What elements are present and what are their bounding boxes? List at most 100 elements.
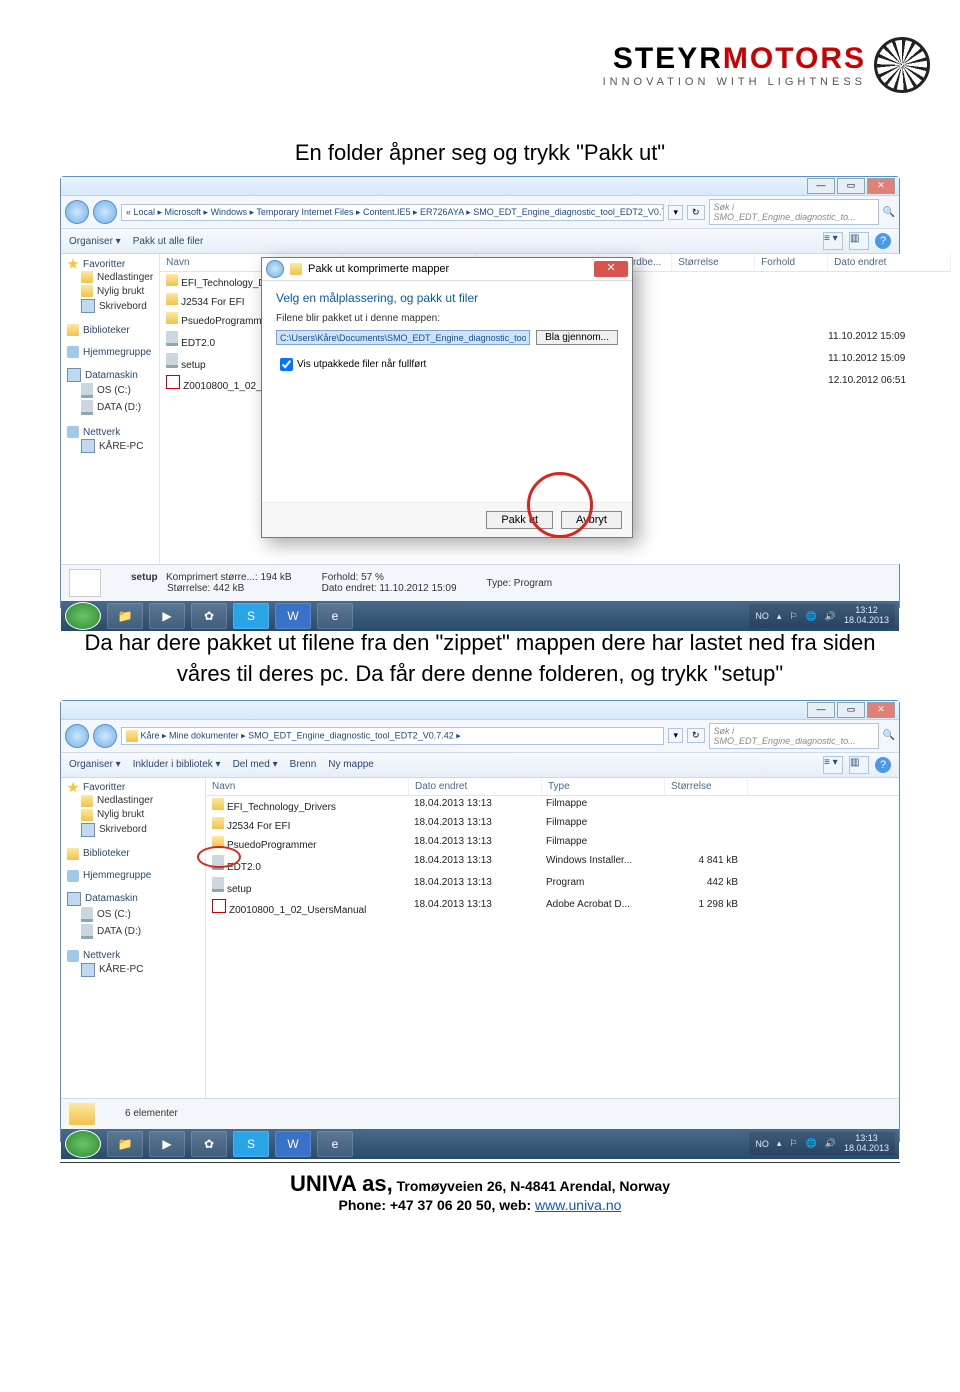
view-button[interactable]: ≡ ▾ [823,232,843,250]
taskbar-network-icon[interactable]: 🌐 [806,611,817,622]
file-row[interactable]: J2534 For EFI18.04.2013 13:13Filmappe [206,815,899,834]
view-button[interactable]: ≡ ▾ [823,756,843,774]
toolbar-burn[interactable]: Brenn [290,759,317,770]
taskbar-skype-icon[interactable]: S [233,1131,269,1157]
sidebar-nettverk[interactable]: Nettverk [83,427,120,438]
dialog-close-button[interactable]: ✕ [594,261,628,277]
file-row[interactable]: Z0010800_1_02_UsersManual18.04.2013 13:1… [206,897,899,918]
sidebar-datamaskin[interactable]: Datamaskin [85,370,138,381]
maximize-button[interactable]: ▭ [837,178,865,194]
col-size[interactable]: Størrelse [672,254,755,271]
taskbar-clock[interactable]: 13:1218.04.2013 [844,606,889,626]
sidebar-hjemmegruppe[interactable]: Hjemmegruppe [83,347,151,358]
search-input[interactable]: Søk i SMO_EDT_Engine_diagnostic_to... [709,199,879,225]
sidebar-nedlastinger[interactable]: Nedlastinger [67,794,199,808]
toolbar-organiser[interactable]: Organiser ▾ [69,236,121,247]
breadcrumb[interactable]: Kåre ▸ Mine dokumenter ▸ SMO_EDT_Engine_… [121,727,664,745]
file-row[interactable]: setup18.04.2013 13:13Program442 kB [206,875,899,897]
sidebar-nylig[interactable]: Nylig brukt [67,284,153,298]
minimize-button[interactable]: — [807,178,835,194]
breadcrumb-dropdown[interactable]: ▾ [668,728,683,743]
breadcrumb-dropdown[interactable]: ▾ [668,205,683,220]
nav-back-button[interactable] [65,200,89,224]
refresh-button[interactable]: ↻ [687,728,705,743]
col-date[interactable]: Dato endret [409,778,542,795]
toolbar-extract-all[interactable]: Pakk ut alle filer [133,236,204,247]
col-date[interactable]: Dato endret [828,254,951,271]
file-row[interactable]: EDT2.018.04.2013 13:13Windows Installer.… [206,853,899,875]
taskbar-explorer-icon[interactable]: 📁 [107,603,143,629]
taskbar-flag-icon[interactable]: ⚐ [789,1138,797,1149]
taskbar-icon[interactable]: ✿ [191,603,227,629]
footer-link[interactable]: www.univa.no [535,1197,621,1213]
sidebar-os-c[interactable]: OS (C:) [67,906,199,923]
help-button[interactable]: ? [875,233,891,249]
file-row[interactable]: PsuedoProgrammer18.04.2013 13:13Filmappe [206,834,899,853]
minimize-button[interactable]: — [807,702,835,718]
dialog-show-checkbox[interactable] [280,358,293,371]
search-icon[interactable]: 🔍 [883,207,895,218]
toolbar-newfolder[interactable]: Ny mappe [328,759,374,770]
taskbar-sound-icon[interactable]: 🔊 [825,611,836,622]
close-button[interactable]: ✕ [867,178,895,194]
taskbar-tray-icon[interactable]: ▴ [777,1138,782,1149]
search-icon[interactable]: 🔍 [883,730,895,741]
taskbar-sound-icon[interactable]: 🔊 [825,1138,836,1149]
sidebar-nettverk[interactable]: Nettverk [83,950,120,961]
taskbar-ie-icon[interactable]: e [317,1131,353,1157]
col-navn[interactable]: Navn [206,778,409,795]
nav-back-button[interactable] [65,724,89,748]
col-ratio[interactable]: Forhold [755,254,828,271]
taskbar-media-icon[interactable]: ▶ [149,1131,185,1157]
sidebar-nedlastinger[interactable]: Nedlastinger [67,270,153,284]
taskbar-clock[interactable]: 13:1318.04.2013 [844,1134,889,1154]
taskbar-word-icon[interactable]: W [275,603,311,629]
dialog-back-icon[interactable] [266,260,284,278]
taskbar-lang[interactable]: NO [755,611,769,621]
sidebar-biblioteker[interactable]: Biblioteker [83,848,130,859]
col-type[interactable]: Type [542,778,665,795]
dialog-path-input[interactable] [276,330,530,345]
taskbar-lang[interactable]: NO [755,1139,769,1149]
sidebar-data-d[interactable]: DATA (D:) [67,399,153,416]
taskbar-word-icon[interactable]: W [275,1131,311,1157]
close-button[interactable]: ✕ [867,702,895,718]
sidebar-os-c[interactable]: OS (C:) [67,382,153,399]
taskbar-icon[interactable]: ✿ [191,1131,227,1157]
toolbar-organiser[interactable]: Organiser ▾ [69,759,121,770]
sidebar-favoritter[interactable]: Favoritter [83,782,125,793]
taskbar-media-icon[interactable]: ▶ [149,603,185,629]
dialog-ok-button[interactable]: Pakk ut [486,511,553,529]
taskbar-flag-icon[interactable]: ⚐ [789,611,797,622]
help-button[interactable]: ? [875,757,891,773]
taskbar-explorer-icon[interactable]: 📁 [107,1131,143,1157]
sidebar-nylig[interactable]: Nylig brukt [67,808,199,822]
sidebar-biblioteker[interactable]: Biblioteker [83,325,130,336]
start-button[interactable] [65,1130,101,1158]
search-input[interactable]: Søk i SMO_EDT_Engine_diagnostic_to... [709,723,879,749]
dialog-browse-button[interactable]: Bla gjennom... [536,330,618,345]
taskbar-skype-icon[interactable]: S [233,603,269,629]
sidebar-pc[interactable]: KÅRE-PC [67,962,199,978]
toolbar-include[interactable]: Inkluder i bibliotek ▾ [133,759,221,770]
preview-pane-button[interactable]: ▥ [849,756,869,774]
sidebar-hjemmegruppe[interactable]: Hjemmegruppe [83,870,151,881]
nav-forward-button[interactable] [93,200,117,224]
sidebar-favoritter[interactable]: Favoritter [83,259,125,270]
taskbar-tray-icon[interactable]: ▴ [777,611,782,622]
sidebar-datamaskin[interactable]: Datamaskin [85,893,138,904]
start-button[interactable] [65,602,101,630]
refresh-button[interactable]: ↻ [687,205,705,220]
dialog-cancel-button[interactable]: Avbryt [561,511,622,529]
toolbar-share[interactable]: Del med ▾ [233,759,278,770]
sidebar-skrivebord[interactable]: Skrivebord [67,298,153,314]
nav-forward-button[interactable] [93,724,117,748]
col-size[interactable]: Størrelse [665,778,748,795]
file-row[interactable]: EFI_Technology_Drivers18.04.2013 13:13Fi… [206,796,899,815]
maximize-button[interactable]: ▭ [837,702,865,718]
preview-pane-button[interactable]: ▥ [849,232,869,250]
sidebar-pc[interactable]: KÅRE-PC [67,438,153,454]
taskbar-ie-icon[interactable]: e [317,603,353,629]
taskbar-network-icon[interactable]: 🌐 [806,1138,817,1149]
breadcrumb[interactable]: « Local ▸ Microsoft ▸ Windows ▸ Temporar… [121,204,664,221]
